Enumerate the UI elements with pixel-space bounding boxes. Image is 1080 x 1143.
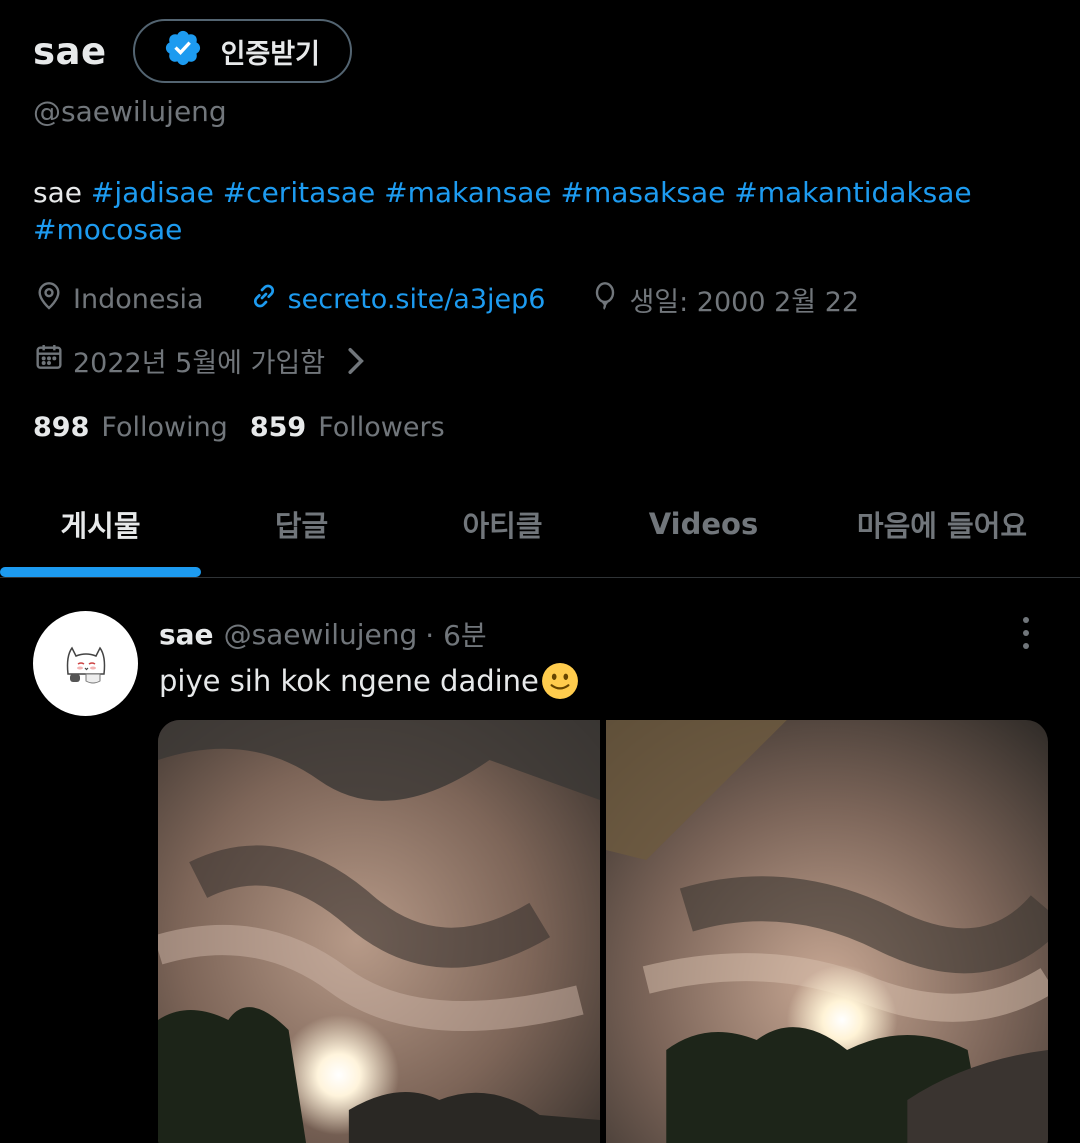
post-text: piye sih kok ngene dadine: [159, 664, 539, 698]
location-text: Indonesia: [73, 284, 204, 315]
balloon-icon: [589, 280, 629, 319]
get-verified-label: 인증받기: [220, 38, 320, 70]
profile-birthday: 생일: 2000 2월 22: [589, 280, 859, 319]
profile-join-row[interactable]: 2022년 5월에 가입함: [33, 341, 379, 380]
follow-stats: 898 Following 859 Followers: [33, 412, 467, 443]
website-text[interactable]: secreto.site/a3jep6: [288, 284, 546, 315]
bio-hashtag[interactable]: #makansae: [384, 176, 552, 209]
profile-bio: sae #jadisae #ceritasae #makansae #masak…: [33, 174, 1043, 248]
post-header: sae @saewilujeng · 6분: [159, 614, 487, 654]
tab-videos[interactable]: Videos: [603, 470, 804, 577]
tab-replies[interactable]: 답글: [201, 470, 402, 577]
verified-badge-icon: [163, 28, 203, 75]
tab-likes[interactable]: 마음에 들어요: [804, 470, 1080, 577]
chevron-right-icon: [348, 347, 364, 374]
avatar[interactable]: [33, 611, 138, 716]
profile-meta-row: Indonesia secreto.site/a3jep6 생일: 2000 2…: [33, 280, 903, 319]
profile-location: Indonesia: [33, 280, 204, 319]
profile-name-row: sae 인증받기: [33, 18, 352, 84]
post-body: piye sih kok ngene dadine: [159, 662, 579, 700]
cat-avatar-icon: [66, 646, 105, 683]
followers-label[interactable]: Followers: [318, 412, 444, 443]
birthday-text: 생일: 2000 2월 22: [629, 287, 860, 318]
post-media: [158, 720, 1048, 1143]
bio-text: sae: [33, 176, 91, 209]
following-count[interactable]: 898: [33, 412, 89, 443]
profile-handle: @saewilujeng: [33, 95, 227, 128]
bio-hashtag[interactable]: #ceritasae: [223, 176, 375, 209]
tab-articles[interactable]: 아티클: [402, 470, 603, 577]
joined-text: 2022년 5월에 가입함: [73, 348, 326, 379]
link-icon: [248, 280, 288, 319]
profile-joined[interactable]: 2022년 5월에 가입함: [33, 341, 379, 380]
bio-hashtag[interactable]: #makantidaksae: [734, 176, 971, 209]
profile-display-name: sae: [33, 29, 107, 73]
profile-website-link[interactable]: secreto.site/a3jep6: [248, 280, 546, 319]
tab-posts[interactable]: 게시물: [0, 470, 201, 577]
following-label[interactable]: Following: [101, 412, 227, 443]
post-author-name[interactable]: sae: [159, 618, 214, 651]
followers-count[interactable]: 859: [250, 412, 306, 443]
profile-tabs: 게시물 답글 아티클 Videos 마음에 들어요: [0, 470, 1080, 578]
more-options-icon[interactable]: [1018, 616, 1034, 650]
bio-hashtag[interactable]: #masaksae: [561, 176, 726, 209]
calendar-icon: [33, 341, 73, 380]
post-photo[interactable]: [158, 720, 600, 1143]
location-pin-icon: [33, 280, 73, 319]
post-photo[interactable]: [606, 720, 1048, 1143]
profile-page: sae 인증받기 @saewilujeng sae #jadisae #ceri…: [0, 0, 1080, 1143]
slightly-smiling-face-icon: [541, 663, 578, 699]
bio-hashtag[interactable]: #jadisae: [91, 176, 214, 209]
post-timestamp[interactable]: · 6분: [425, 614, 486, 654]
post-author-handle[interactable]: @saewilujeng: [224, 618, 418, 651]
bio-hashtag[interactable]: #mocosae: [33, 213, 182, 246]
get-verified-button[interactable]: 인증받기: [132, 19, 352, 83]
